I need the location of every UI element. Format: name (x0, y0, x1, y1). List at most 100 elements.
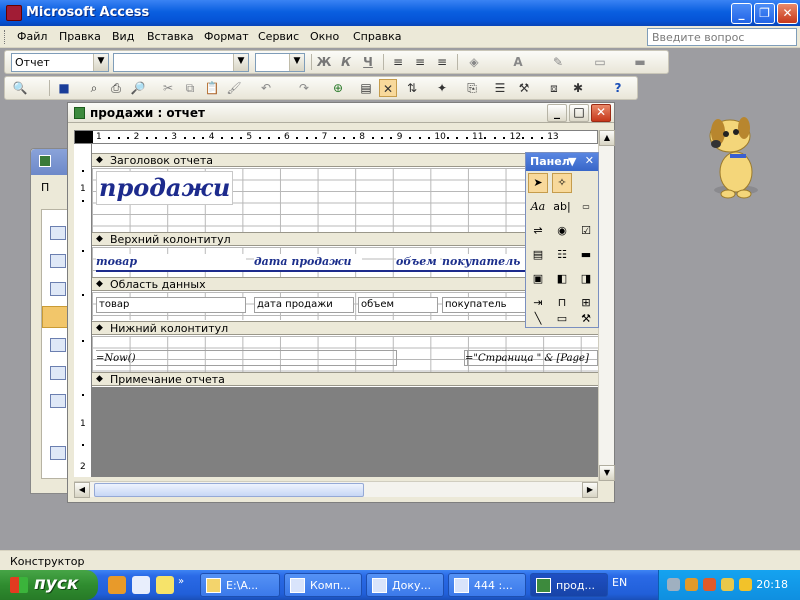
autoformat-icon[interactable]: ✦ (433, 79, 451, 97)
special-effect-icon[interactable]: ▬ (631, 53, 649, 71)
minimize-button[interactable]: _ (547, 104, 567, 122)
menu-insert[interactable]: Вставка (147, 30, 194, 43)
menu-window[interactable]: Окно (310, 30, 339, 43)
scroll-up-icon[interactable]: ▲ (599, 130, 615, 146)
italic-button[interactable]: К (337, 53, 355, 71)
scroll-left-icon[interactable]: ◀ (74, 482, 90, 498)
page-footer-bar[interactable]: ◆ Нижний колонтитул (92, 321, 598, 335)
horizontal-ruler[interactable]: 1 2 3 4 5 6 7 8 9 10 11 12 13 (74, 130, 598, 144)
minimize-button[interactable]: _ (731, 3, 752, 24)
quick-launch-icon[interactable] (156, 576, 174, 594)
scroll-thumb[interactable] (94, 483, 364, 497)
ask-question-input[interactable]: Введите вопрос (647, 28, 797, 46)
undo-icon[interactable]: ↶ (257, 79, 275, 97)
close-button[interactable]: ✕ (777, 3, 798, 24)
page-header-bar[interactable]: ◆ Верхний колонтитул (92, 232, 598, 246)
column-label-sale-date[interactable]: дата продажи (254, 254, 362, 270)
start-button[interactable]: пуск (0, 570, 98, 600)
access-app-icon[interactable] (6, 5, 22, 21)
bold-button[interactable]: Ж (315, 53, 333, 71)
align-right-icon[interactable]: ≡ (433, 53, 451, 71)
tray-icon[interactable] (685, 578, 698, 591)
more-controls-tool-icon[interactable]: ⚒ (576, 309, 596, 329)
line-color-icon[interactable]: ✎ (549, 53, 567, 71)
fill-color-icon[interactable]: ◈ (465, 53, 483, 71)
report-header-bar[interactable]: ◆ Заголовок отчета (92, 153, 598, 167)
tray-icon[interactable] (739, 578, 752, 591)
task-report[interactable]: прод... (530, 573, 608, 597)
footer-now-expression[interactable]: =Now() (96, 350, 396, 366)
footer-spacer-box[interactable] (396, 350, 468, 366)
align-center-icon[interactable]: ≡ (411, 53, 429, 71)
scroll-down-icon[interactable]: ▼ (599, 465, 615, 481)
view-icon[interactable]: 🔍 (11, 79, 29, 97)
report-window-title-bar[interactable]: продажи : отчет _ □ ✕ (68, 103, 614, 123)
font-size-combo[interactable]: ▼ (255, 53, 305, 72)
menu-tools[interactable]: Сервис (258, 30, 299, 43)
chevron-down-icon[interactable]: ▼ (233, 54, 248, 71)
database-window-icon[interactable]: ⧈ (545, 79, 563, 97)
horizontal-scrollbar[interactable]: ◀ ▶ (74, 481, 598, 498)
menu-help[interactable]: Справка (353, 30, 401, 43)
macros-icon[interactable] (50, 366, 66, 380)
report-title-label[interactable]: продажи (96, 171, 234, 205)
label-tool-icon[interactable]: Aa (528, 197, 548, 217)
properties-icon[interactable]: ☰ (491, 79, 509, 97)
build-icon[interactable]: ⚒ (515, 79, 533, 97)
task-word-2[interactable]: Доку... (366, 573, 444, 597)
cut-icon[interactable]: ✂ (159, 79, 177, 97)
column-label-product[interactable]: товар (96, 254, 246, 270)
close-icon[interactable]: ✕ (585, 154, 594, 167)
menu-grip[interactable] (4, 30, 7, 44)
line-width-icon[interactable]: ▭ (591, 53, 609, 71)
office-assistant-dog-icon[interactable] (700, 110, 770, 200)
favorites-icon[interactable] (50, 446, 66, 460)
modules-icon[interactable] (50, 394, 66, 408)
report-design-surface[interactable]: ◆ Заголовок отчета продажи ◆ Верхний кол… (92, 144, 598, 477)
close-button[interactable]: ✕ (591, 104, 611, 122)
forms-icon[interactable] (50, 282, 66, 296)
new-object-icon[interactable]: ✱ (569, 79, 587, 97)
underline-button[interactable]: Ч (359, 53, 377, 71)
queries-icon[interactable] (50, 254, 66, 268)
print-icon[interactable]: ⎙ (107, 79, 125, 97)
align-left-icon[interactable]: ≡ (389, 53, 407, 71)
task-word-1[interactable]: Комп... (284, 573, 362, 597)
option-button-tool-icon[interactable]: ◉ (552, 221, 572, 241)
font-color-icon[interactable]: A (509, 53, 527, 71)
copy-icon[interactable]: ⧉ (181, 79, 199, 97)
database-open-label[interactable]: П (41, 181, 49, 194)
menu-view[interactable]: Вид (112, 30, 134, 43)
menu-file[interactable]: Файл (17, 30, 47, 43)
menu-edit[interactable]: Правка (59, 30, 101, 43)
vertical-scrollbar[interactable]: ▲ ▼ (598, 130, 615, 481)
toggle-button-tool-icon[interactable]: ⇌ (528, 221, 548, 241)
bound-object-tool-icon[interactable]: ◨ (576, 269, 596, 289)
preview-icon[interactable]: 🔎 (129, 79, 147, 97)
footer-page-expression[interactable]: ="Страница " & [Page] (464, 350, 598, 366)
quick-launch-icon[interactable] (108, 576, 126, 594)
combo-box-tool-icon[interactable]: ▤ (528, 245, 548, 265)
pages-icon[interactable] (50, 338, 66, 352)
hyperlink-icon[interactable]: ⊕ (329, 79, 347, 97)
detail-bar[interactable]: ◆ Область данных (92, 277, 598, 291)
format-painter-icon[interactable]: 🖌 (225, 79, 243, 97)
select-tool-icon[interactable]: ➤ (528, 173, 548, 193)
column-label-volume[interactable]: объем (396, 254, 440, 270)
field-product[interactable]: товар (96, 297, 246, 313)
toolbox-menu-icon[interactable]: ▼ (568, 155, 576, 168)
font-combo[interactable]: ▼ (113, 53, 249, 72)
field-list-icon[interactable]: ▤ (357, 79, 375, 97)
scroll-right-icon[interactable]: ▶ (582, 482, 598, 498)
code-icon[interactable]: ⎘ (463, 79, 481, 97)
report-footer-bar[interactable]: ◆ Примечание отчета (92, 372, 598, 386)
task-explorer[interactable]: E:\A... (200, 573, 280, 597)
wizard-tool-icon[interactable]: ✧ (552, 173, 572, 193)
restore-button[interactable]: ❐ (754, 3, 775, 24)
task-database[interactable]: 444 :... (448, 573, 526, 597)
textbox-tool-icon[interactable]: ab| (552, 197, 572, 217)
sorting-grouping-icon[interactable]: ⇅ (403, 79, 421, 97)
tray-icon[interactable] (721, 578, 734, 591)
chevron-down-icon[interactable]: ▼ (93, 54, 108, 71)
field-buyer[interactable]: покупатель (442, 297, 534, 313)
